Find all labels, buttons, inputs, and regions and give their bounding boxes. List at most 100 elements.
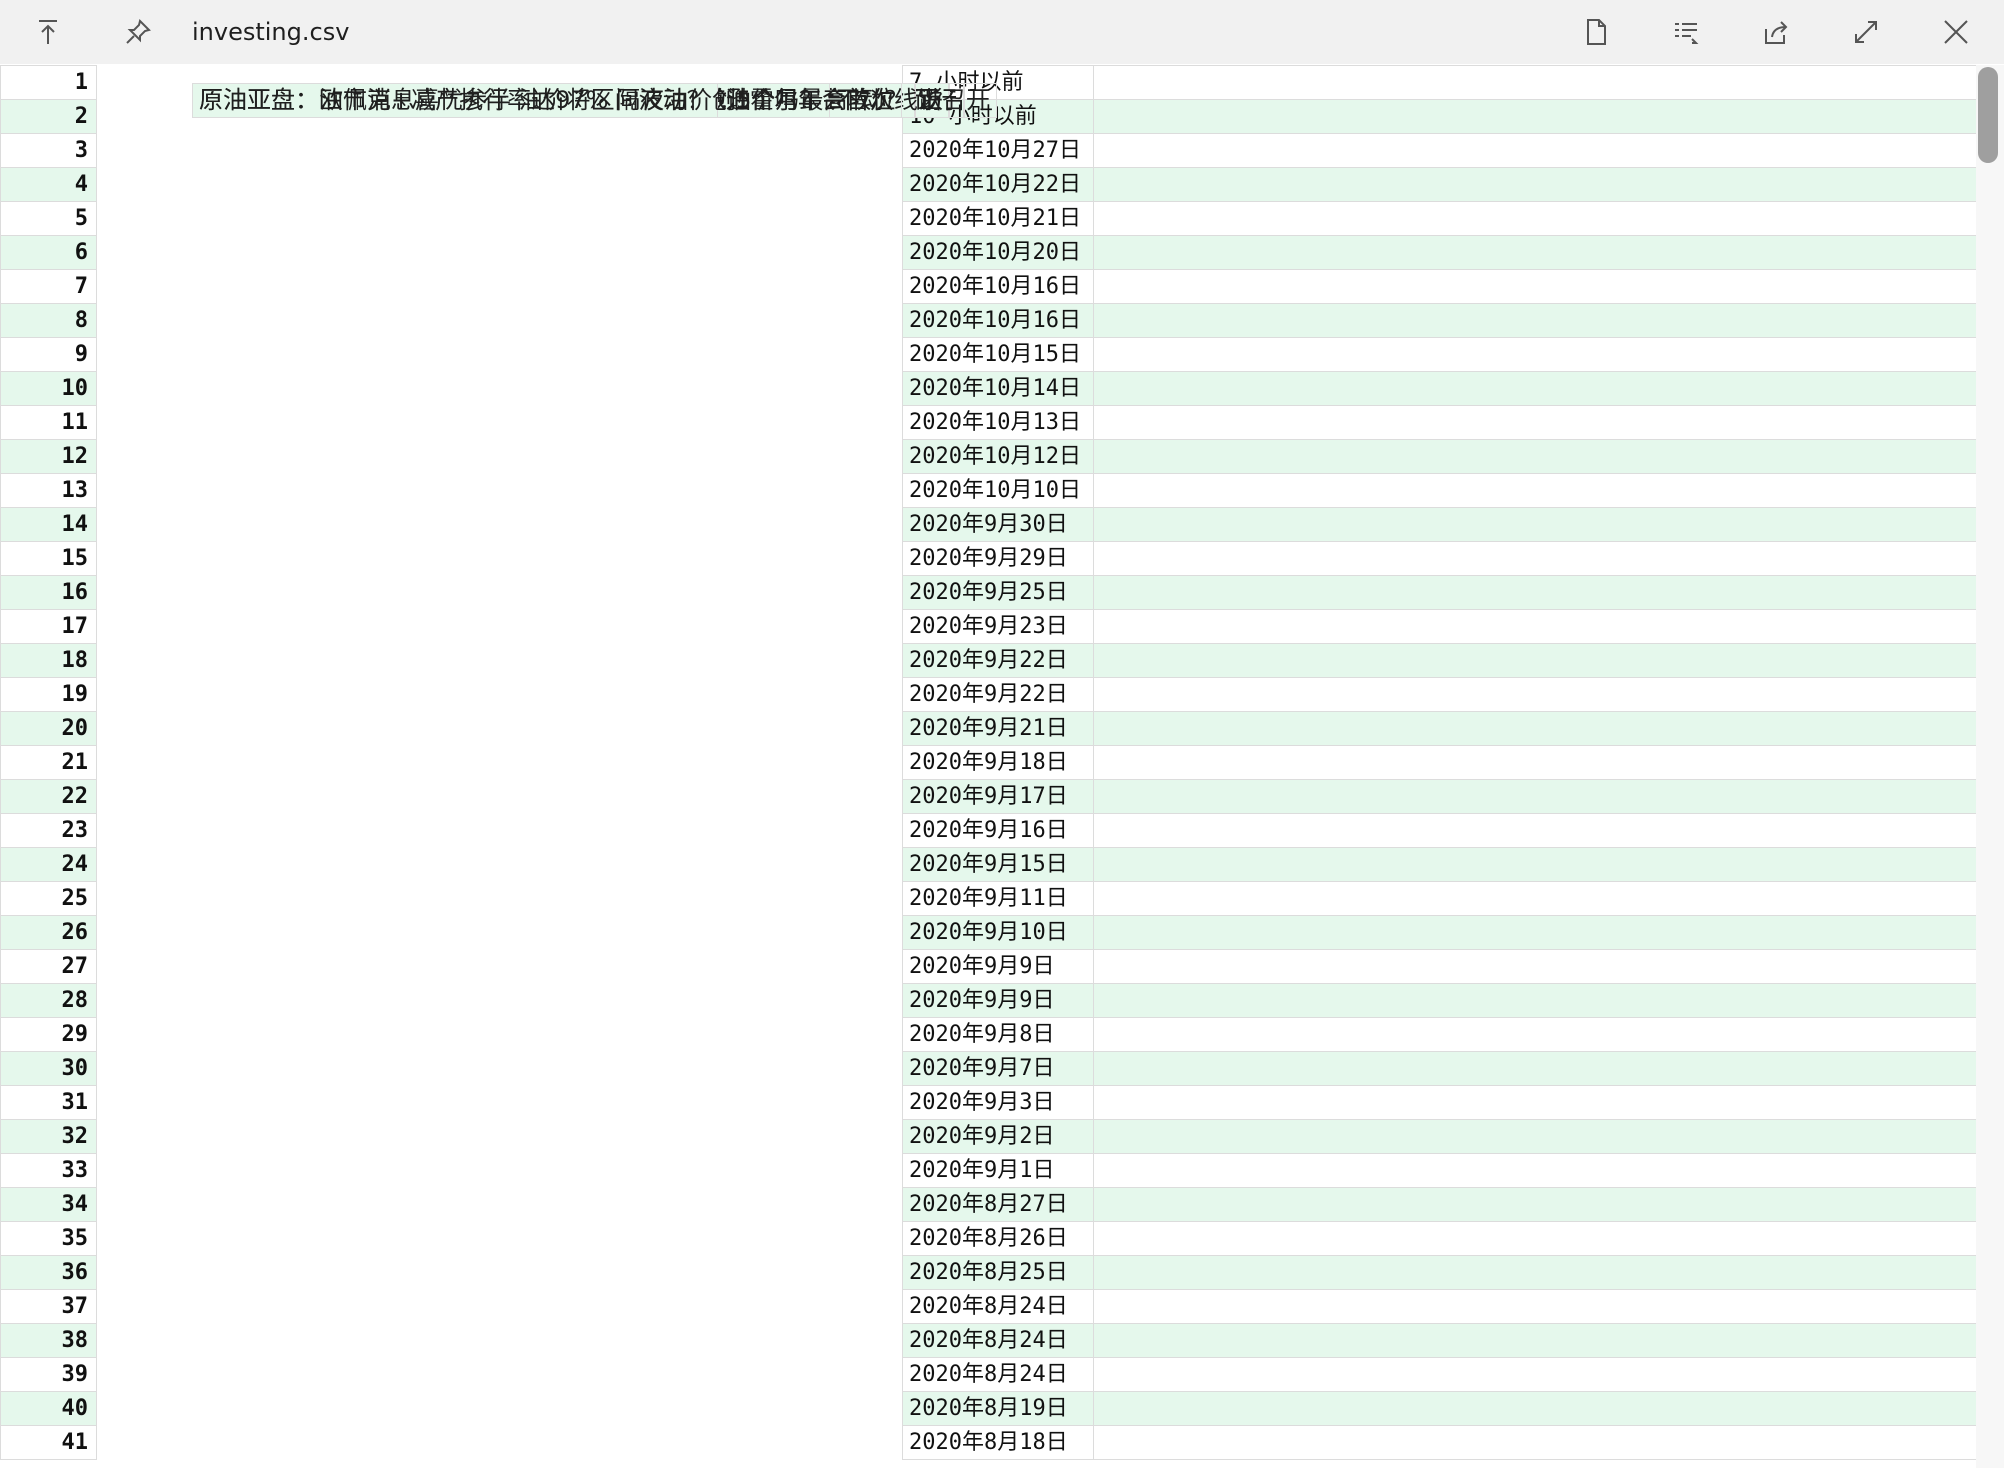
cell-date[interactable]: 2020年8月24日 <box>902 1357 1094 1392</box>
cell-empty[interactable] <box>1093 133 1976 168</box>
row-number[interactable]: 31 <box>0 1085 97 1120</box>
row-number[interactable]: 39 <box>0 1357 97 1392</box>
cell-empty[interactable] <box>1093 609 1976 644</box>
table-row[interactable]: 27天然气期货价格大跌，但地区价差正在缩小2020年9月9日 <box>0 83 1976 984</box>
cell-empty[interactable] <box>1093 65 1976 100</box>
cell-empty[interactable] <box>1093 677 1976 712</box>
cell-date[interactable]: 2020年9月11日 <box>902 881 1094 916</box>
cell-date[interactable]: 2020年9月18日 <box>902 745 1094 780</box>
table-row[interactable]: 37黄金市场本周展望：跌下来的，也必然会涨上去2020年8月24日 <box>0 83 1976 1324</box>
row-number[interactable]: 3 <box>0 133 97 168</box>
table-row[interactable]: 34原油亚盘：飓风登陆在即 但对市场的影响已不如从前2020年8月27日 <box>0 83 1976 1222</box>
table-row[interactable]: 20原油亚盘：8个月后利比亚石油重返市场！油价从2周高点小幅回落2020年9月2… <box>0 83 1976 746</box>
cell-date[interactable]: 2020年9月17日 <box>902 779 1094 814</box>
cell-date[interactable]: 2020年9月22日 <box>902 677 1094 712</box>
cell-empty[interactable] <box>1093 1323 1976 1358</box>
table-row[interactable]: 41 原油亚盘：欧佩克+减产执行率达97% 隔夜油价创5个月最高收位 2020年8月… <box>0 83 1976 1460</box>
cell-date[interactable]: 2020年10月13日 <box>902 405 1094 440</box>
close-icon[interactable] <box>1934 10 1978 54</box>
table-row[interactable]: 14原油亚盘：美国最大炼油厂开始裁员 透露了油市什么信号？2020年9月30日 <box>0 83 1976 542</box>
cell-empty[interactable] <box>1093 983 1976 1018</box>
table-row[interactable]: 33原油亚盘：油价涨超1% 分析师指美元走弱正利好大宗商品2020年9月1日 <box>0 83 1976 1188</box>
cell-date[interactable]: 2020年8月25日 <box>902 1255 1094 1290</box>
row-number[interactable]: 12 <box>0 439 97 474</box>
table-row[interactable]: 24原油亚盘：布油在40美元下方徘徊 多空因素互相纠缠2020年9月15日 <box>0 83 1976 882</box>
cell-date[interactable]: 2020年9月2日 <box>902 1119 1094 1154</box>
row-number[interactable]: 5 <box>0 201 97 236</box>
cell-empty[interactable] <box>1093 1357 1976 1392</box>
cell-date[interactable]: 2020年9月7日 <box>902 1051 1094 1086</box>
cell-date[interactable]: 2020年9月1日 <box>902 1153 1094 1188</box>
row-number[interactable]: 2 <box>0 99 97 134</box>
cell-empty[interactable] <box>1093 405 1976 440</box>
cell-empty[interactable] <box>1093 337 1976 372</box>
cell-empty[interactable] <box>1093 1085 1976 1120</box>
cell-empty[interactable] <box>1093 643 1976 678</box>
cell-date[interactable]: 2020年9月22日 <box>902 643 1094 678</box>
cell-empty[interactable] <box>1093 303 1976 338</box>
row-number[interactable]: 24 <box>0 847 97 882</box>
cell-date[interactable]: 2020年8月24日 <box>902 1323 1094 1358</box>
cell-date[interactable]: 2020年9月10日 <box>902 915 1094 950</box>
table-row[interactable]: 4原油亚盘：隔夜油价大跌3% 数据显示美国燃油需求相当疲弱2020年10月22日 <box>0 83 1976 202</box>
cell-empty[interactable] <box>1093 201 1976 236</box>
cell-date[interactable]: 2020年8月18日 <box>902 1425 1094 1460</box>
row-number[interactable]: 20 <box>0 711 97 746</box>
row-number[interactable]: 28 <box>0 983 97 1018</box>
cell-empty[interactable] <box>1093 915 1976 950</box>
cell-empty[interactable] <box>1093 473 1976 508</box>
cell-date[interactable]: 2020年10月16日 <box>902 269 1094 304</box>
cell-empty[interactable] <box>1093 779 1976 814</box>
cell-date[interactable]: 2020年10月22日 <box>902 167 1094 202</box>
table-row[interactable]: 3原油亚盘：欧佩克秘书长直言“放弃幻想” 需求复苏之路漫漫2020年10月27日 <box>0 83 1976 168</box>
cell-date[interactable]: 2020年10月21日 <box>902 201 1094 236</box>
table-row[interactable]: 9原油亚盘：原油、成品油库存全线下降 美油站上41美元2020年10月15日 <box>0 83 1976 372</box>
cell-date[interactable]: 2020年10月14日 <box>902 371 1094 406</box>
table-row[interactable]: 6原油亚盘：油价连续四个交易日下跌 欧佩克尚无实质行动支撑油价2020年10月2… <box>0 83 1976 270</box>
table-row[interactable]: 23原油亚盘：美油一度涨超2% 但美国库存骤降千万桶恐昙花一现2020年9月16… <box>0 83 1976 848</box>
cell-empty[interactable] <box>1093 1391 1976 1426</box>
cell-empty[interactable] <box>1093 1221 1976 1256</box>
row-number[interactable]: 38 <box>0 1323 97 1358</box>
table-row[interactable]: 12高盛重申明年天然气和石油上涨前景 民主党胜选将进一步利好价格2020年10月… <box>0 83 1976 474</box>
cell-date[interactable]: 2020年9月25日 <box>902 575 1094 610</box>
table-row[interactable]: 25原油亚盘：布油再度跌至40美元下方 美国原油开采商和炼油商相背而行2020年… <box>0 83 1976 916</box>
row-number[interactable]: 18 <box>0 643 97 678</box>
row-number[interactable]: 29 <box>0 1017 97 1052</box>
row-number[interactable]: 35 <box>0 1221 97 1256</box>
list-icon[interactable] <box>1664 10 1708 54</box>
cell-empty[interactable] <box>1093 541 1976 576</box>
row-number[interactable]: 11 <box>0 405 97 440</box>
row-number[interactable]: 1 <box>0 65 97 100</box>
cell-empty[interactable] <box>1093 1017 1976 1052</box>
table-row[interactable]: 8传统旺季到来 液化天然气开启上涨模式 概念股闻风而动2020年10月16日 <box>0 83 1976 338</box>
row-number[interactable]: 23 <box>0 813 97 848</box>
row-number[interactable]: 6 <box>0 235 97 270</box>
cell-date[interactable]: 2020年9月30日 <box>902 507 1094 542</box>
cell-empty[interactable] <box>1093 1289 1976 1324</box>
cell-empty[interactable] <box>1093 575 1976 610</box>
cell-empty[interactable] <box>1093 439 1976 474</box>
cell-date[interactable]: 2020年8月26日 <box>902 1221 1094 1256</box>
table-row[interactable]: 40 原油亚盘：油市消息喜忧参半 油价将区间波动？ 2020年8月19日 <box>0 83 1976 1426</box>
row-number[interactable]: 17 <box>0 609 97 644</box>
cell-empty[interactable] <box>1093 1187 1976 1222</box>
row-number[interactable]: 37 <box>0 1289 97 1324</box>
vertical-scrollbar[interactable] <box>1976 65 2004 1468</box>
table-row[interactable]: 21原油亚盘：美国天然气库存超5年同期最大值 隔夜气价大跌约10%2020年9月… <box>0 83 1976 780</box>
row-number[interactable]: 34 <box>0 1187 97 1222</box>
row-number[interactable]: 19 <box>0 677 97 712</box>
document-icon[interactable] <box>1574 10 1618 54</box>
cell-date[interactable]: 2020年9月29日 <box>902 541 1094 576</box>
cell-date[interactable]: 2020年8月19日 <box>902 1391 1094 1426</box>
cell-title[interactable]: 原油亚盘：欧佩克+减产执行率达97% 隔夜油价创5个月最高收位 <box>192 83 903 118</box>
cell-empty[interactable] <box>1093 881 1976 916</box>
cell-date[interactable]: 2020年9月9日 <box>902 949 1094 984</box>
row-number[interactable]: 4 <box>0 167 97 202</box>
row-number[interactable]: 32 <box>0 1119 97 1154</box>
row-number[interactable]: 8 <box>0 303 97 338</box>
table-row[interactable]: 16原油亚盘：油价恐结束4个月连涨态势 分析师表示看跌基本面固若金汤2020年9… <box>0 83 1976 610</box>
cell-empty[interactable] <box>1093 813 1976 848</box>
row-number[interactable]: 22 <box>0 779 97 814</box>
cell-empty[interactable] <box>1093 1153 1976 1188</box>
